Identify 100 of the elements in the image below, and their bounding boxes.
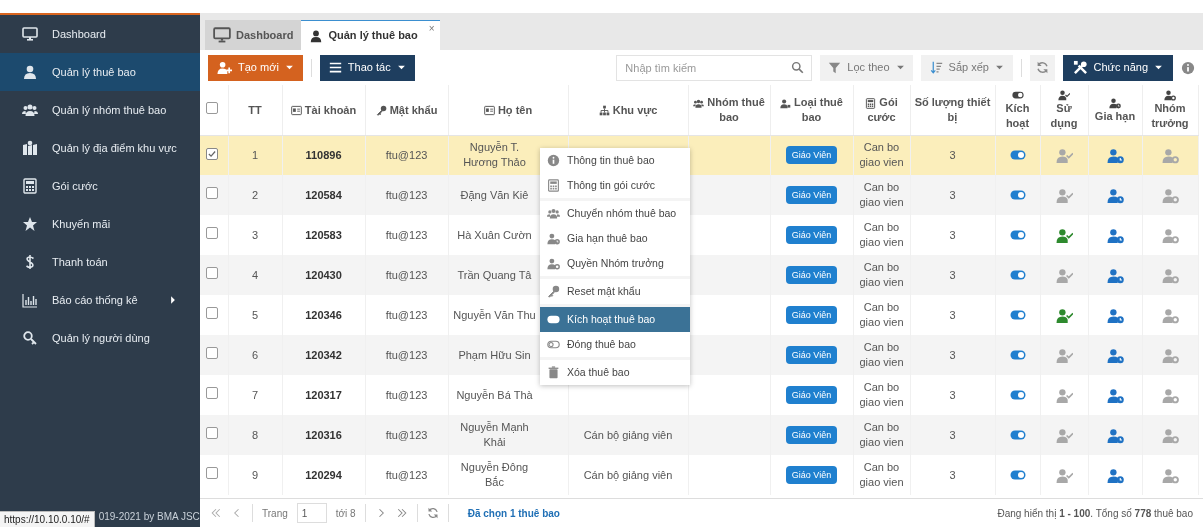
user-gear-icon[interactable] [1161,226,1179,244]
user-check-icon[interactable] [1055,466,1073,484]
user-clock-icon[interactable] [1106,426,1124,444]
filter-button[interactable]: Lọc theo [820,54,913,81]
page-field[interactable]: 1 [296,503,327,523]
user-clock-icon[interactable] [1106,186,1124,204]
user-clock-icon[interactable] [1106,346,1124,364]
user-gear-icon[interactable] [1161,306,1179,324]
table-cell: 3 [949,148,956,161]
table-cell: 2 [251,188,259,201]
user-check-icon[interactable] [1055,426,1073,444]
user-check-icon[interactable] [1055,146,1073,164]
table-cell: 120584 [305,188,342,201]
tab[interactable]: Dashboard [205,20,302,50]
sidebar-item[interactable]: Khuyến mãi [0,205,200,243]
checkbox[interactable] [206,467,218,480]
key-icon [375,105,387,117]
last-page-icon [395,507,408,519]
star-icon [22,216,38,232]
sidebar-item[interactable]: Quản lý nhóm thuê bao [0,91,200,129]
table-cell: Can bo giao vien [859,181,904,208]
user-gear-icon[interactable] [1161,466,1179,484]
close-icon[interactable]: × [428,21,435,36]
sidebar-item[interactable]: Gói cước [0,167,200,205]
actions-button[interactable]: Thao tác [319,54,415,81]
type-badge: Giáo Viên [785,305,838,325]
user-gear-icon[interactable] [1161,186,1179,204]
first-page-button[interactable] [210,507,222,519]
user-gear-icon[interactable] [1161,266,1179,284]
last-page-button[interactable] [395,507,408,519]
type-badge: Giáo Viên [785,185,838,205]
table-cell: Hà Xuân Cườn [457,228,532,241]
type-badge: Giáo Viên [785,465,838,485]
table-cell: 3 [949,268,956,281]
checkbox[interactable] [206,347,218,360]
user-tag-icon [780,98,791,110]
functions-button[interactable]: Chức năng [1062,54,1173,81]
sidebar-item[interactable]: Quản lý người dùng [0,319,200,357]
user-check-icon[interactable] [1055,266,1073,284]
create-button[interactable]: Tạo mới [208,54,303,81]
checkbox[interactable] [206,387,218,400]
user-gear-icon[interactable] [1161,346,1179,364]
user-icon [22,64,38,80]
filter-icon [828,61,842,74]
checkbox[interactable] [206,147,218,160]
user-check-icon[interactable] [1055,226,1073,244]
tab[interactable]: Quản lý thuê bao × [301,20,440,50]
table-cell: Can bo giao vien [859,461,904,488]
type-badge: Giáo Viên [785,345,838,365]
user-clock-icon[interactable] [1106,266,1124,284]
user-check-icon[interactable] [1055,346,1073,364]
menu-item[interactable]: Kích hoạt thuê bao [540,307,690,332]
column-header: Mật khẩu [375,103,438,116]
table-cell: 3 [949,428,956,441]
checkbox[interactable] [206,102,218,115]
checkbox[interactable] [206,427,218,440]
refresh-button[interactable] [426,507,439,519]
user-clock-icon[interactable] [1106,306,1124,324]
table-cell: ftu@123 [385,428,428,441]
user-clock-icon[interactable] [1106,226,1124,244]
column-header: Loại thuê bao [780,96,843,123]
column-header: Gói cước [865,96,898,123]
table-cell: Can bo giao vien [859,261,904,288]
info-icon[interactable] [1181,60,1195,75]
column-header: Kích hoạt [1004,101,1031,131]
user-clock-icon[interactable] [1106,386,1124,404]
page-count: tới 8 [335,506,356,521]
sidebar-item[interactable]: Dashboard [0,15,200,53]
users-icon [547,207,560,220]
user-gear-icon[interactable] [1161,426,1179,444]
key-icon [547,285,560,298]
sidebar-item[interactable]: Quản lý địa điểm khu vực [0,129,200,167]
user-gear-icon[interactable] [1161,386,1179,404]
checkbox[interactable] [206,187,218,200]
table-cell: 3 [251,228,259,241]
calculator-icon [547,179,560,192]
user-check-icon[interactable] [1055,386,1073,404]
refresh-button[interactable] [1029,54,1055,81]
checkbox[interactable] [206,227,218,240]
monitor-icon [213,26,231,44]
user-gear-icon [1164,89,1176,102]
page-label: Trang [262,506,288,521]
checkbox[interactable] [206,267,218,280]
user-gear-icon[interactable] [1161,146,1179,164]
paging-summary: Đang hiển thị 1 - 100. Tổng số 778 thuê bao [997,506,1193,521]
user-clock-icon[interactable] [1106,466,1124,484]
toggle-icon [547,313,560,326]
sidebar-item[interactable]: Thanh toán [0,243,200,281]
user-check-icon[interactable] [1055,306,1073,324]
sidebar-item[interactable]: Báo cáo thống kê [0,281,200,319]
search-icon [791,60,805,74]
table-cell: Can bo giao vien [859,341,904,368]
user-check-icon[interactable] [1055,186,1073,204]
checkbox[interactable] [206,307,218,320]
user-clock-icon[interactable] [1106,146,1124,164]
sort-button[interactable]: Sắp xếp [920,54,1013,81]
user-check-icon [1058,89,1070,102]
table-cell: 4 [251,268,259,281]
search-field[interactable]: Nhập tìm kiếm [616,54,813,81]
sidebar-item[interactable]: Quản lý thuê bao [0,53,200,91]
